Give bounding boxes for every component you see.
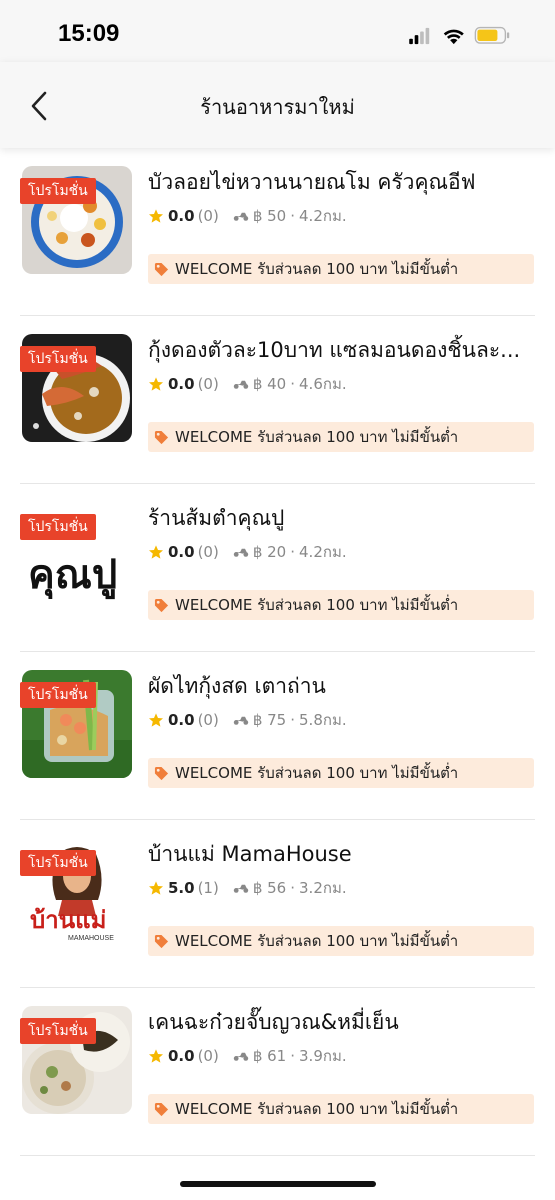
- rating-count: (0): [197, 1047, 219, 1065]
- promo-tag: โปรโมชั่น: [20, 682, 96, 708]
- restaurant-meta: 0.0 (0) ฿ 75 · 5.8กม.: [148, 708, 347, 732]
- distance: 4.2กม.: [299, 207, 347, 225]
- restaurant-name: บ้านแม่ MamaHouse: [148, 842, 352, 866]
- delivery-fee: ฿ 75: [252, 711, 287, 729]
- status-time: 15:09: [58, 20, 120, 47]
- logo-text: คุณปู: [28, 552, 117, 600]
- restaurant-item[interactable]: โปรโมชั่น เคนฉะก๋วยจั๊บญวณ&หมี่เย็น 0.0 …: [0, 988, 555, 1156]
- delivery-icon: [233, 884, 249, 893]
- delivery-fee: ฿ 20: [252, 543, 287, 561]
- promo-tag: โปรโมชั่น: [20, 1018, 96, 1044]
- restaurant-name: บัวลอยไข่หวานนายณโม ครัวคุณอีฟ: [148, 170, 476, 194]
- coupon-banner[interactable]: WELCOME รับส่วนลด 100 บาท ไม่มีขั้นต่ำ: [148, 758, 534, 788]
- rating-count: (1): [197, 879, 219, 897]
- rating-value: 0.0: [168, 711, 195, 729]
- distance: 4.2กม.: [299, 543, 347, 561]
- wifi-icon: [443, 29, 464, 45]
- delivery-icon: [233, 1052, 249, 1061]
- rating-value: 5.0: [168, 879, 195, 897]
- star-icon: [149, 881, 163, 895]
- promo-tag: โปรโมชั่น: [20, 850, 96, 876]
- star-icon: [149, 713, 163, 727]
- tag-icon: [154, 1102, 169, 1116]
- promo-tag: โปรโมชั่น: [20, 514, 96, 540]
- star-icon: [149, 209, 163, 223]
- status-icons: [409, 26, 510, 45]
- delivery-icon: [233, 380, 249, 389]
- rating-value: 0.0: [168, 207, 195, 225]
- restaurant-name: กุ้งดองตัวละ10บาท แซลมอนดองชิ้นละ...: [148, 338, 521, 362]
- coupon-text: WELCOME รับส่วนลด 100 บาท ไม่มีขั้นต่ำ: [175, 1100, 459, 1118]
- restaurant-meta: 0.0 (0) ฿ 61 · 3.9กม.: [148, 1044, 347, 1068]
- coupon-text: WELCOME รับส่วนลด 100 บาท ไม่มีขั้นต่ำ: [175, 260, 459, 278]
- rating-value: 0.0: [168, 1047, 195, 1065]
- promo-tag: โปรโมชั่น: [20, 346, 96, 372]
- distance: 3.9กม.: [299, 1047, 347, 1065]
- header: ร้านอาหารมาใหม่: [0, 62, 555, 148]
- delivery-fee: ฿ 61: [252, 1047, 287, 1065]
- logo-text: บ้านแม่: [30, 906, 106, 934]
- coupon-banner[interactable]: WELCOME รับส่วนลด 100 บาท ไม่มีขั้นต่ำ: [148, 1094, 534, 1124]
- star-icon: [149, 377, 163, 391]
- restaurant-meta: 0.0 (0) ฿ 40 · 4.6กม.: [148, 372, 347, 396]
- rating-value: 0.0: [168, 375, 195, 393]
- distance: 5.8กม.: [299, 711, 347, 729]
- delivery-fee: ฿ 50: [252, 207, 287, 225]
- tag-icon: [154, 430, 169, 444]
- delivery-icon: [233, 212, 249, 221]
- delivery-icon: [233, 716, 249, 725]
- promo-tag: โปรโมชั่น: [20, 178, 96, 204]
- rating-value: 0.0: [168, 543, 195, 561]
- restaurant-item[interactable]: โปรโมชั่น บัวลอยไข่หวานนายณโม ครัวคุณอีฟ…: [0, 148, 555, 316]
- divider: [20, 1155, 535, 1156]
- battery-icon: [474, 26, 510, 44]
- delivery-fee: ฿ 56: [252, 879, 287, 897]
- signal-icon: [409, 27, 430, 45]
- distance: 3.2กม.: [299, 879, 347, 897]
- coupon-text: WELCOME รับส่วนลด 100 บาท ไม่มีขั้นต่ำ: [175, 764, 459, 782]
- restaurant-name: ผัดไทกุ้งสด เตาถ่าน: [148, 674, 326, 698]
- rating-count: (0): [197, 543, 219, 561]
- status-bar: 15:09: [0, 0, 555, 62]
- tag-icon: [154, 766, 169, 780]
- restaurant-meta: 5.0 (1) ฿ 56 · 3.2กม.: [148, 876, 347, 900]
- page-title: ร้านอาหารมาใหม่: [200, 95, 355, 119]
- restaurant-item[interactable]: บ้านแม่ MAMAHOUSE โปรโมชั่น บ้านแม่ Mama…: [0, 820, 555, 988]
- restaurant-name: ร้านส้มตำคุณปู: [148, 506, 285, 530]
- delivery-fee: ฿ 40: [252, 375, 287, 393]
- restaurant-item[interactable]: NÁM RAH POO คุณปู โปรโมชั่น ร้านส้มตำคุณ…: [0, 484, 555, 652]
- home-indicator[interactable]: [180, 1181, 376, 1187]
- rating-count: (0): [197, 207, 219, 225]
- rating-count: (0): [197, 711, 219, 729]
- tag-icon: [154, 598, 169, 612]
- svg-text:MAMAHOUSE: MAMAHOUSE: [68, 935, 114, 942]
- coupon-banner[interactable]: WELCOME รับส่วนลด 100 บาท ไม่มีขั้นต่ำ: [148, 254, 534, 284]
- coupon-banner[interactable]: WELCOME รับส่วนลด 100 บาท ไม่มีขั้นต่ำ: [148, 422, 534, 452]
- tag-icon: [154, 934, 169, 948]
- distance: 4.6กม.: [299, 375, 347, 393]
- star-icon: [149, 1049, 163, 1063]
- coupon-banner[interactable]: WELCOME รับส่วนลด 100 บาท ไม่มีขั้นต่ำ: [148, 590, 534, 620]
- restaurant-item[interactable]: โปรโมชั่น ผัดไทกุ้งสด เตาถ่าน 0.0 (0) ฿ …: [0, 652, 555, 820]
- rating-count: (0): [197, 375, 219, 393]
- coupon-text: WELCOME รับส่วนลด 100 บาท ไม่มีขั้นต่ำ: [175, 596, 459, 614]
- coupon-banner[interactable]: WELCOME รับส่วนลด 100 บาท ไม่มีขั้นต่ำ: [148, 926, 534, 956]
- restaurant-meta: 0.0 (0) ฿ 20 · 4.2กม.: [148, 540, 347, 564]
- tag-icon: [154, 262, 169, 276]
- restaurant-meta: 0.0 (0) ฿ 50 · 4.2กม.: [148, 204, 347, 228]
- restaurant-name: เคนฉะก๋วยจั๊บญวณ&หมี่เย็น: [148, 1010, 399, 1034]
- restaurant-list: โปรโมชั่น บัวลอยไข่หวานนายณโม ครัวคุณอีฟ…: [0, 148, 555, 1156]
- coupon-text: WELCOME รับส่วนลด 100 บาท ไม่มีขั้นต่ำ: [175, 932, 459, 950]
- restaurant-item[interactable]: โปรโมชั่น กุ้งดองตัวละ10บาท แซลมอนดองชิ้…: [0, 316, 555, 484]
- delivery-icon: [233, 548, 249, 557]
- star-icon: [149, 545, 163, 559]
- coupon-text: WELCOME รับส่วนลด 100 บาท ไม่มีขั้นต่ำ: [175, 428, 459, 446]
